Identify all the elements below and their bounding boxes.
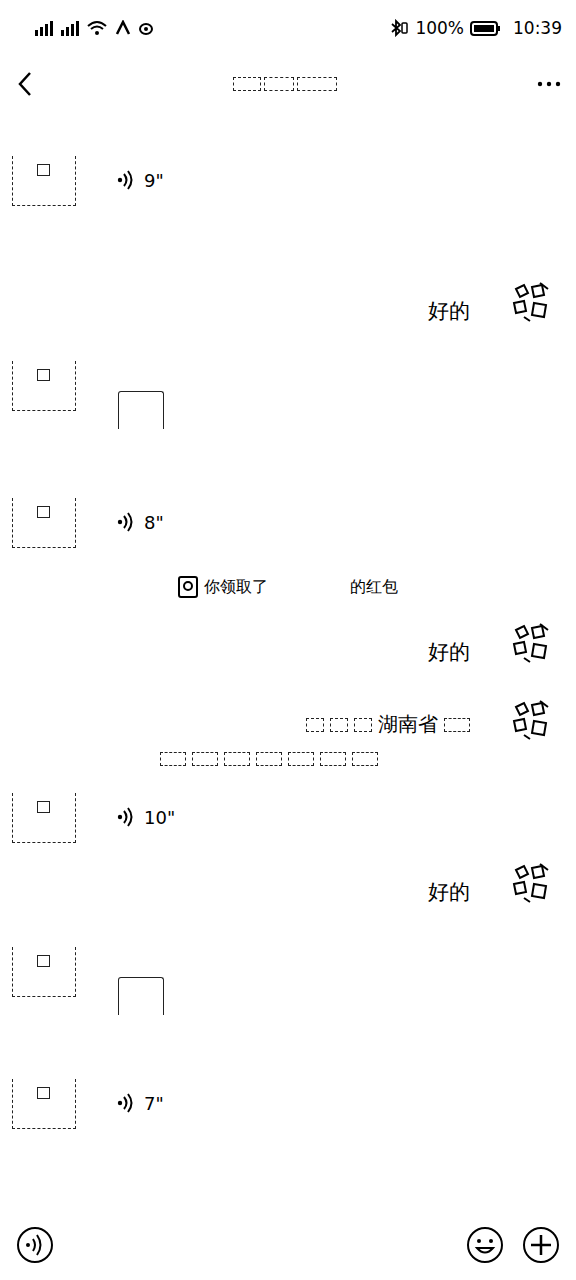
clock: 10:39 — [513, 18, 562, 38]
message-text: 好的 — [428, 297, 470, 325]
message-row: 好的 — [0, 862, 576, 922]
message-row: 好的 — [0, 622, 576, 682]
signal-icon — [34, 20, 54, 37]
avatar[interactable] — [510, 281, 552, 323]
status-bar: 100% 10:39 — [0, 0, 576, 56]
redacted-block — [444, 718, 470, 732]
status-right: 100% 10:39 — [389, 18, 562, 38]
title-bar — [0, 56, 576, 112]
message-bubble[interactable]: 湖南省 — [160, 699, 470, 766]
message-bubble[interactable]: 好的 — [428, 281, 470, 341]
emoji-icon[interactable] — [466, 1226, 504, 1264]
message-list: 9"好的8"你领取了的红包好的湖南省10"好的7" — [0, 112, 576, 1210]
avatar[interactable] — [12, 156, 76, 206]
address-line — [160, 752, 378, 766]
image-placeholder[interactable] — [118, 977, 164, 1015]
redacted-block — [224, 752, 250, 766]
notice-text: 你领取了 — [204, 577, 268, 598]
status-left — [34, 20, 154, 37]
plus-icon[interactable] — [522, 1226, 560, 1264]
message-bubble[interactable] — [76, 355, 164, 429]
message-bubble[interactable] — [76, 941, 164, 1015]
weibo-icon — [138, 20, 154, 36]
voice-duration: 10" — [144, 807, 175, 828]
avatar[interactable] — [12, 361, 76, 411]
avatar[interactable] — [510, 699, 552, 741]
avatar[interactable] — [12, 793, 76, 843]
message-bubble[interactable]: 好的 — [428, 622, 470, 682]
battery-icon — [470, 20, 501, 37]
wifi-icon — [86, 20, 108, 36]
signal-icon — [60, 20, 80, 37]
avatar[interactable] — [510, 862, 552, 904]
redacted-block — [192, 752, 218, 766]
message-row: 好的 — [0, 281, 576, 341]
message-text: 好的 — [428, 638, 470, 666]
battery-percent: 100% — [415, 18, 464, 38]
redacted-block — [160, 752, 186, 766]
avatar[interactable] — [510, 622, 552, 664]
redacted-block — [256, 752, 282, 766]
avatar[interactable] — [12, 1079, 76, 1129]
message-row: 9" — [0, 150, 576, 210]
avatar[interactable] — [12, 498, 76, 548]
input-bar — [0, 1210, 576, 1280]
address-line: 湖南省 — [306, 711, 470, 738]
message-bubble[interactable]: 9" — [116, 150, 164, 210]
redacted-block — [297, 77, 337, 91]
nfc-icon — [114, 20, 132, 36]
message-row — [0, 941, 576, 1015]
image-placeholder[interactable] — [118, 391, 164, 429]
voice-icon — [116, 1092, 136, 1114]
voice-duration: 8" — [144, 512, 164, 533]
message-text: 好的 — [428, 878, 470, 906]
voice-icon — [116, 511, 136, 533]
message-bubble[interactable]: 8" — [116, 492, 164, 552]
voice-icon — [116, 169, 136, 191]
redacted-block — [233, 77, 261, 91]
back-icon[interactable] — [16, 71, 34, 97]
message-row: 10" — [0, 787, 576, 847]
voice-icon — [116, 806, 136, 828]
input-actions — [466, 1226, 560, 1264]
message-bubble[interactable]: 10" — [116, 787, 175, 847]
redacted-block — [288, 752, 314, 766]
notice-text: 的红包 — [350, 577, 398, 598]
redacted-block — [330, 718, 348, 732]
bluetooth-icon — [389, 19, 409, 37]
voice-input-icon[interactable] — [16, 1226, 54, 1264]
address-text: 湖南省 — [378, 711, 438, 738]
redacted-block — [320, 752, 346, 766]
message-row — [0, 355, 576, 429]
message-bubble[interactable]: 7" — [116, 1073, 164, 1133]
message-row: 8" — [0, 492, 576, 552]
red-packet-notice: 你领取了 的红包 — [0, 574, 576, 600]
redacted-block — [264, 77, 294, 91]
voice-duration: 9" — [144, 170, 164, 191]
redacted-block — [306, 718, 324, 732]
redacted-block — [354, 718, 372, 732]
message-row: 湖南省 — [0, 699, 576, 766]
chat-title — [233, 77, 337, 91]
message-bubble[interactable]: 好的 — [428, 862, 470, 922]
message-row: 7" — [0, 1073, 576, 1133]
voice-duration: 7" — [144, 1093, 164, 1114]
red-packet-icon — [178, 576, 198, 598]
more-icon[interactable] — [536, 74, 562, 94]
redacted-block — [352, 752, 378, 766]
avatar[interactable] — [12, 947, 76, 997]
